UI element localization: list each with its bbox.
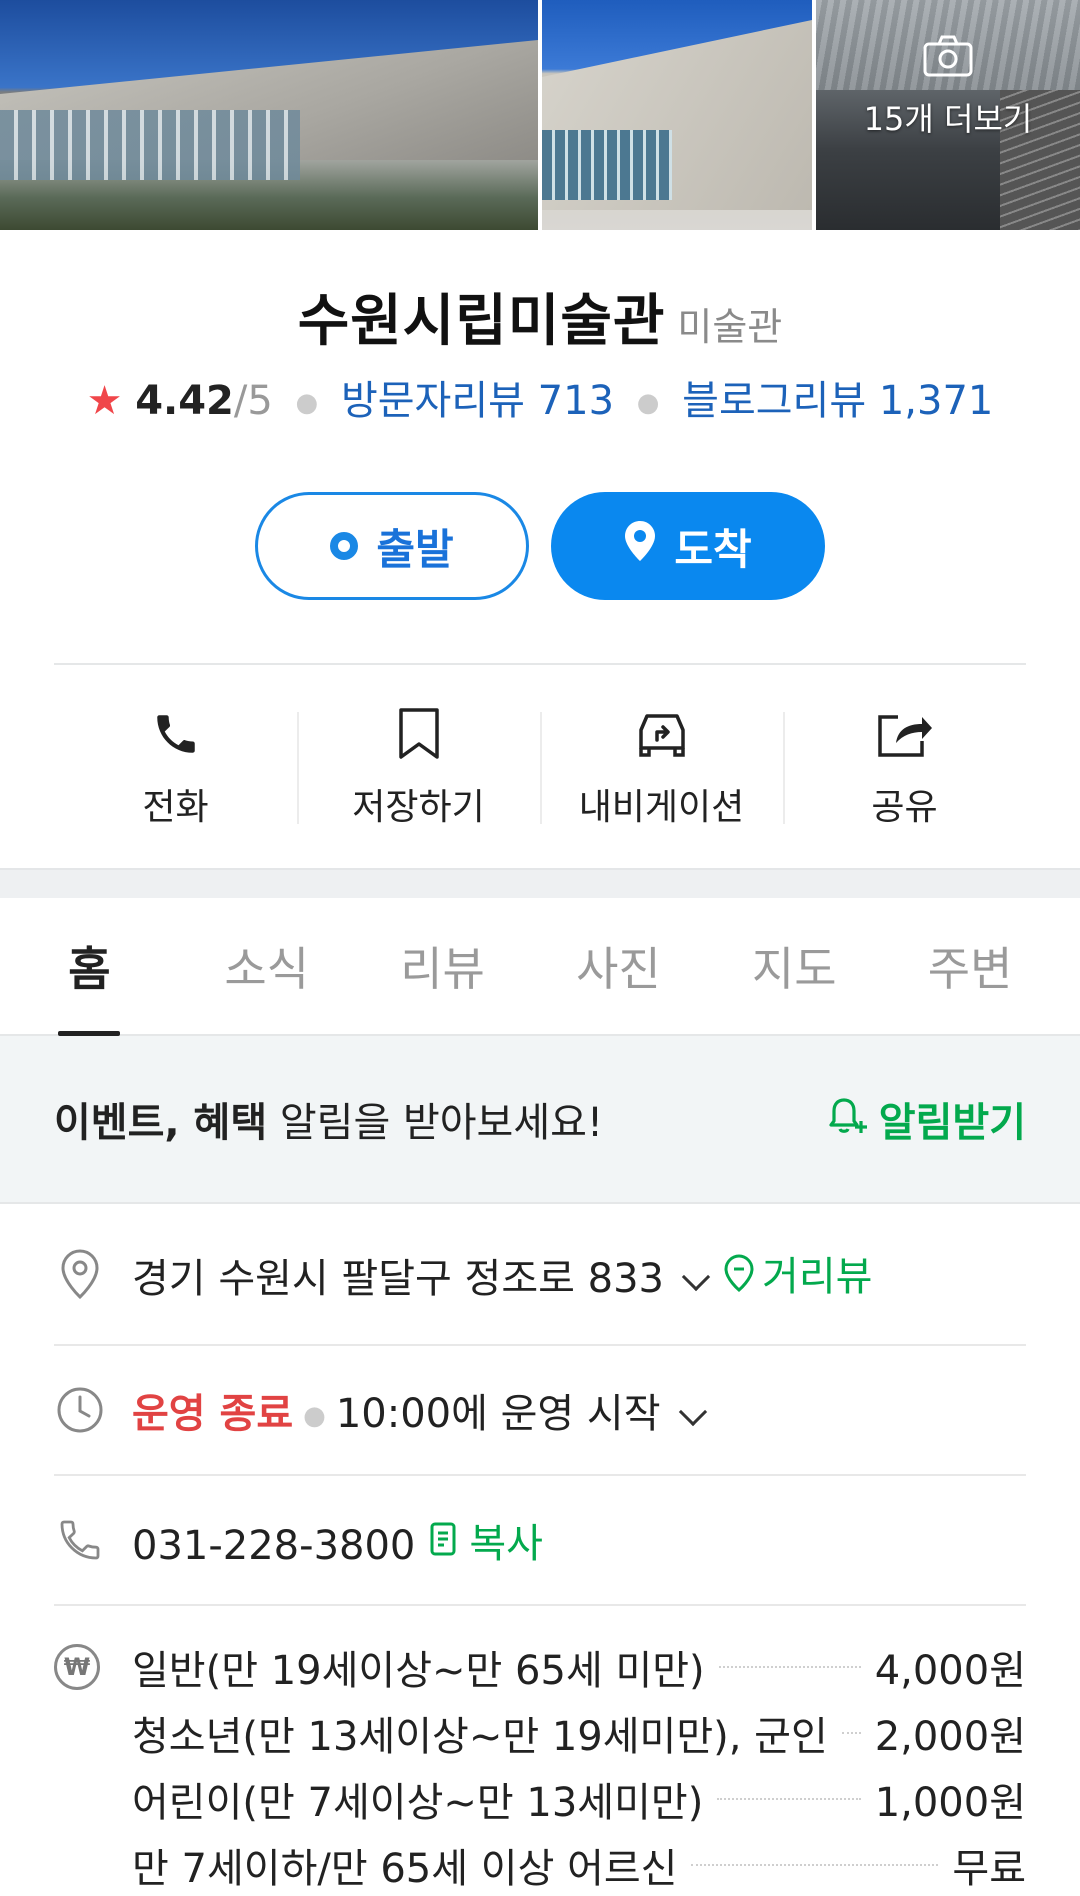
- map-pin-icon: [54, 1248, 106, 1300]
- gallery-more-photos[interactable]: 15개 더보기: [816, 0, 1080, 230]
- share-label: 공유: [871, 787, 938, 828]
- arrive-button[interactable]: 도착: [551, 492, 825, 600]
- origin-dot-icon: [330, 532, 359, 560]
- tab-home[interactable]: 홈: [0, 898, 179, 1036]
- street-view-button[interactable]: 거리뷰: [724, 1244, 872, 1302]
- tab-bar: 홈 소식 리뷰 사진 지도 주변: [0, 898, 1080, 1036]
- alert-banner: 이벤트, 혜택 알림을 받아보세요! 알림받기: [0, 1036, 1080, 1204]
- fee-price: 2,000원: [874, 1714, 1026, 1760]
- copy-phone-button[interactable]: 복사: [429, 1511, 543, 1569]
- admission-fees: ₩ 일반(만 19세이상~만 65세 미만) 4,000원 청소년(만 13세이상…: [54, 1634, 1026, 1896]
- navigation-label: 내비게이션: [578, 787, 745, 828]
- clock-icon: [54, 1384, 106, 1436]
- opening-hours-text[interactable]: 10:00에 운영 시작: [336, 1391, 661, 1437]
- street-view-pin-icon: [724, 1254, 754, 1292]
- place-name: 수원시립미술관: [297, 289, 666, 354]
- phone-icon: [146, 704, 206, 764]
- alert-text: 이벤트, 혜택 알림을 받아보세요!: [54, 1090, 603, 1148]
- address-row: 경기 수원시 팔달구 정조로 833 거리뷰: [54, 1204, 1026, 1346]
- fee-row: 청소년(만 13세이상~만 19세미만), 군인 2,000원: [54, 1700, 1026, 1766]
- tab-nearby[interactable]: 주변: [882, 898, 1058, 1034]
- save-label: 저장하기: [352, 787, 485, 828]
- separator-dot: ●: [303, 1401, 326, 1431]
- call-action[interactable]: 전화: [54, 700, 297, 836]
- address-text[interactable]: 경기 수원시 팔달구 정조로 833: [132, 1256, 664, 1302]
- phone-row: 031-228-3800 복사: [54, 1476, 1026, 1606]
- hours-row: 운영 종료 ● 10:00에 운영 시작: [54, 1346, 1026, 1476]
- place-category: 미술관: [677, 305, 783, 349]
- bookmark-icon: [389, 704, 449, 764]
- rating-max: /5: [233, 378, 273, 424]
- visitor-reviews-link[interactable]: 방문자리뷰 713: [341, 378, 614, 424]
- fee-name: 만 7세이하/만 65세 이상 어르신: [132, 1846, 678, 1892]
- photo-gallery: 15개 더보기: [0, 0, 1080, 230]
- separator-dot: ●: [295, 388, 319, 418]
- fee-row: 만 7세이하/만 65세 이상 어르신 무료: [54, 1832, 1026, 1896]
- alert-body-text: 알림을 받아보세요!: [267, 1100, 603, 1146]
- tab-news[interactable]: 소식: [179, 898, 355, 1034]
- tab-photos[interactable]: 사진: [530, 898, 706, 1034]
- navigation-action[interactable]: 내비게이션: [540, 700, 783, 836]
- star-icon: ★: [86, 378, 123, 424]
- save-action[interactable]: 저장하기: [297, 700, 540, 836]
- tab-reviews[interactable]: 리뷰: [355, 898, 531, 1034]
- section-gap: [0, 868, 1080, 898]
- fee-name: 일반(만 19세이상~만 65세 미만): [132, 1648, 705, 1694]
- route-buttons: 출발 도착: [0, 492, 1080, 600]
- place-title: 수원시립미술관 미술관: [0, 276, 1080, 357]
- fee-price: 1,000원: [874, 1780, 1026, 1826]
- action-row: 전화 저장하기 내비게이션 공유: [54, 700, 1026, 836]
- copy-label: 복사: [469, 1521, 543, 1567]
- arrive-label: 도착: [674, 524, 752, 574]
- business-status: 운영 종료: [132, 1391, 294, 1437]
- car-navigation-icon: [632, 704, 692, 764]
- rating-score: 4.42: [135, 378, 234, 424]
- phone-number[interactable]: 031-228-3800: [132, 1523, 415, 1569]
- phone-outline-icon: [54, 1514, 106, 1566]
- divider: [54, 663, 1026, 665]
- blog-reviews-link[interactable]: 블로그리뷰 1,371: [682, 378, 993, 424]
- camera-icon: [922, 34, 974, 78]
- won-currency-icon: ₩: [54, 1644, 100, 1690]
- subscribe-alert-label: 알림받기: [878, 1100, 1026, 1146]
- share-action[interactable]: 공유: [783, 700, 1026, 836]
- street-view-label: 거리뷰: [762, 1254, 873, 1300]
- separator-dot: ●: [636, 388, 660, 418]
- bell-plus-icon: [823, 1091, 869, 1147]
- fee-row: 일반(만 19세이상~만 65세 미만) 4,000원: [54, 1634, 1026, 1700]
- gallery-photo-2[interactable]: [542, 0, 812, 230]
- fee-name: 청소년(만 13세이상~만 19세미만), 군인: [132, 1714, 828, 1760]
- subscribe-alert-button[interactable]: 알림받기: [823, 1090, 1026, 1148]
- chevron-down-icon[interactable]: [681, 1262, 711, 1292]
- rating-row: ★ 4.42/5 ● 방문자리뷰 713 ● 블로그리뷰 1,371: [0, 368, 1080, 426]
- depart-label: 출발: [376, 524, 454, 574]
- fee-price: 무료: [952, 1846, 1026, 1892]
- alert-bold-text: 이벤트, 혜택: [54, 1100, 268, 1146]
- chevron-down-icon[interactable]: [678, 1397, 707, 1427]
- depart-button[interactable]: 출발: [255, 492, 529, 600]
- tab-map[interactable]: 지도: [706, 898, 882, 1034]
- share-icon: [875, 704, 935, 764]
- call-label: 전화: [142, 787, 209, 828]
- fee-price: 4,000원: [874, 1648, 1026, 1694]
- fee-row: 어린이(만 7세이상~만 13세미만) 1,000원: [54, 1766, 1026, 1832]
- fee-name: 어린이(만 7세이상~만 13세미만): [132, 1780, 704, 1826]
- more-photos-label: 15개 더보기: [863, 100, 1033, 138]
- copy-icon: [430, 1522, 456, 1556]
- gallery-photo-1[interactable]: [0, 0, 538, 230]
- location-pin-icon: [624, 520, 656, 572]
